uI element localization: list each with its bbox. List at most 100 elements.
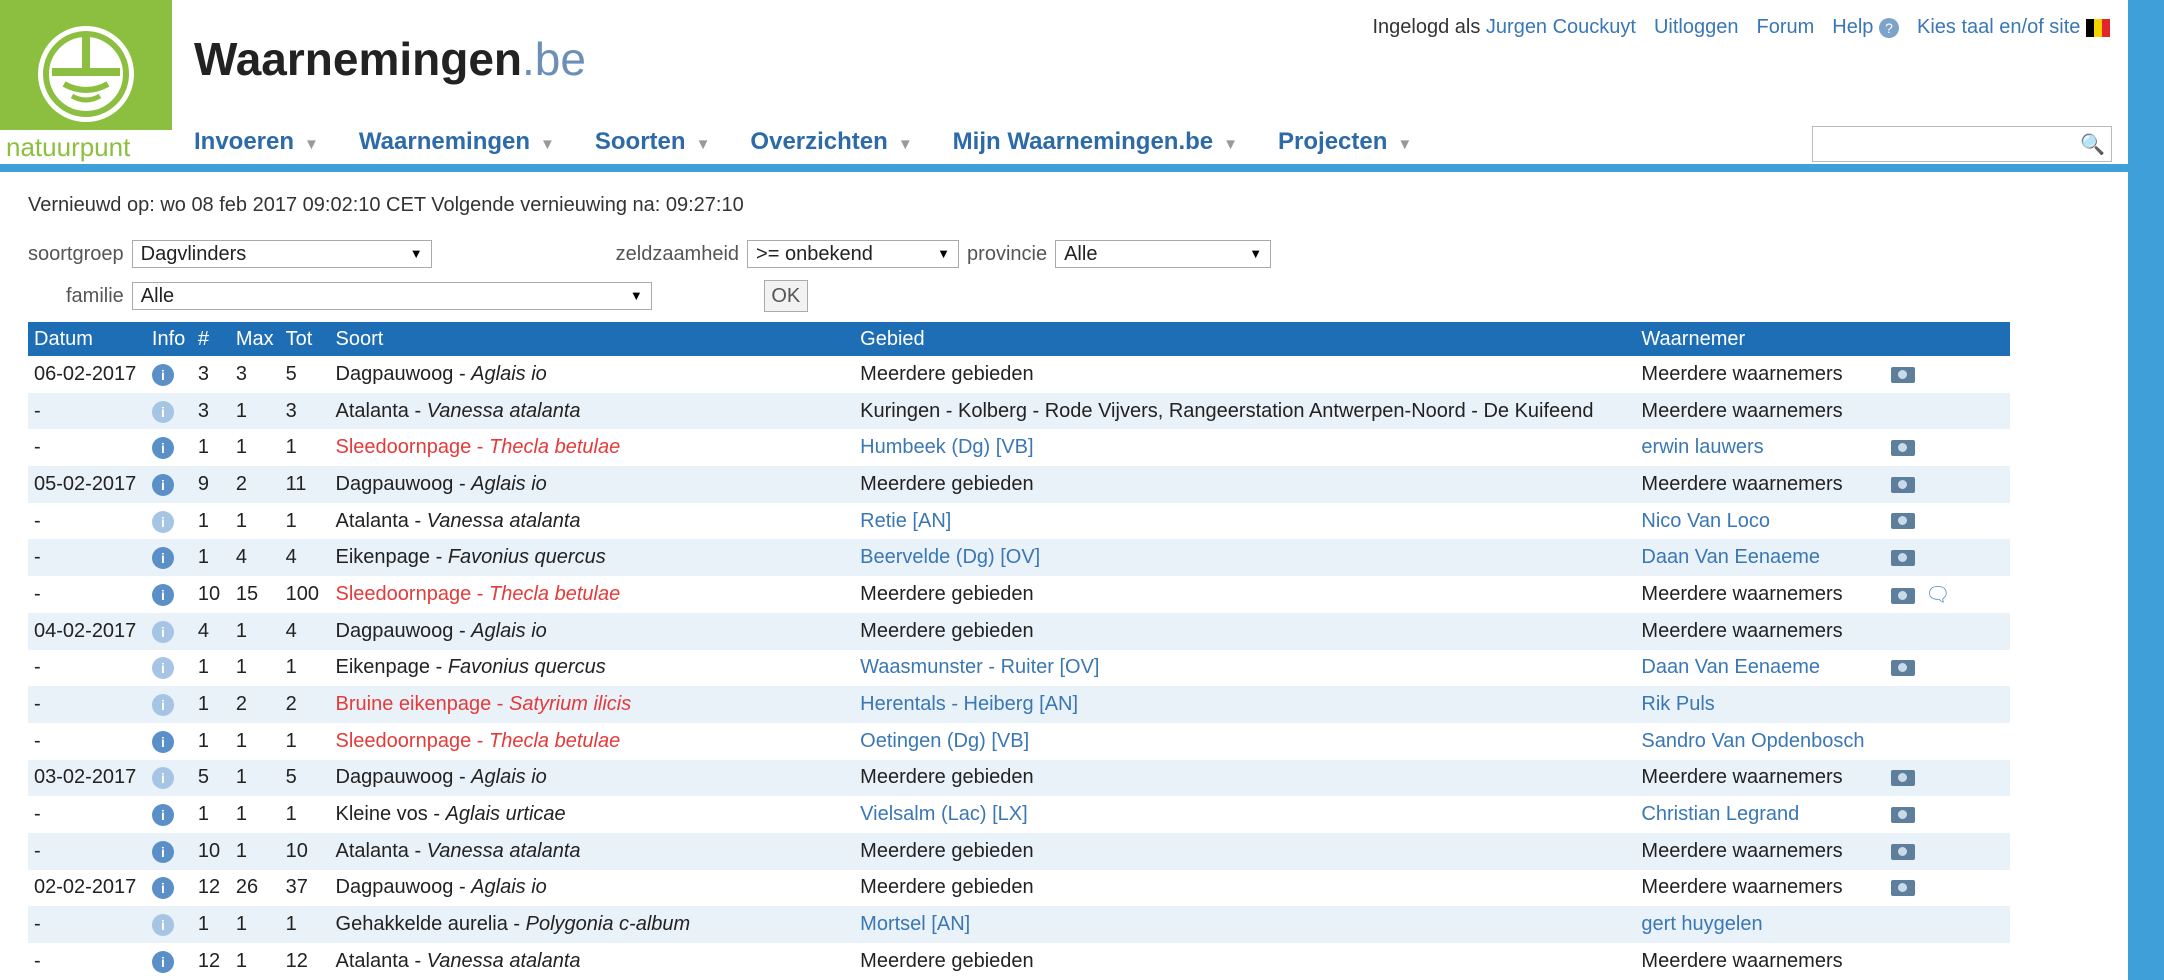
cell-info[interactable]: i	[145, 759, 192, 797]
cell-gebied[interactable]: Oetingen (Dg) [VB]	[854, 722, 1636, 760]
info-icon[interactable]: i	[151, 877, 174, 900]
cell-info[interactable]: i	[145, 392, 192, 430]
nav-overzichten[interactable]: Overzichten ▼	[750, 128, 912, 156]
zeldzaamheid-select[interactable]: >= onbekend ▼	[747, 240, 960, 268]
nav-mijn-waarnemingen[interactable]: Mijn Waarnemingen.be ▼	[953, 128, 1238, 156]
species-name[interactable]: Eikenpage	[336, 656, 431, 678]
info-icon[interactable]: i	[151, 730, 174, 753]
site-title[interactable]: Waarnemingen.be	[194, 32, 586, 86]
provincie-select[interactable]: Alle ▼	[1055, 240, 1272, 268]
info-icon[interactable]: i	[151, 840, 174, 863]
language-link[interactable]: Kies taal en/of site	[1917, 16, 2110, 39]
cell-waarnemer[interactable]: Rik Puls	[1635, 686, 1886, 723]
cell-soort[interactable]: Dagpauwoog - Aglais io	[329, 356, 855, 393]
natuurpunt-logo[interactable]: natuurpunt	[0, 0, 172, 164]
species-name[interactable]: Sleedoornpage	[336, 583, 472, 605]
camera-icon[interactable]	[1891, 550, 1916, 566]
info-icon[interactable]: i	[151, 694, 174, 717]
camera-icon[interactable]	[1891, 366, 1916, 383]
cell-soort[interactable]: Dagpauwoog - Aglais io	[329, 869, 855, 907]
species-name[interactable]: Dagpauwoog	[336, 473, 454, 495]
col-tot[interactable]: Tot	[279, 322, 330, 356]
col-datum[interactable]: Datum	[28, 322, 146, 356]
camera-icon[interactable]	[1891, 660, 1916, 677]
user-link[interactable]: Jurgen Couckuyt	[1486, 16, 1636, 38]
cell-info[interactable]: i	[145, 429, 192, 467]
cell-info[interactable]: i	[145, 612, 192, 650]
cell-gebied[interactable]: Retie [AN]	[854, 502, 1636, 540]
cell-soort[interactable]: Atalanta - Vanessa atalanta	[329, 502, 855, 540]
cell-gebied[interactable]: Herentals - Heiberg [AN]	[854, 686, 1636, 723]
col-gebied[interactable]: Gebied	[854, 322, 1636, 356]
info-icon[interactable]: i	[151, 400, 174, 423]
camera-icon[interactable]	[1891, 513, 1916, 530]
species-name[interactable]: Atalanta	[336, 950, 409, 972]
camera-icon[interactable]	[1891, 476, 1916, 493]
cell-soort[interactable]: Sleedoornpage - Thecla betulae	[329, 429, 855, 467]
cell-waarnemer[interactable]: gert huygelen	[1635, 906, 1886, 943]
species-name[interactable]: Sleedoornpage	[336, 436, 472, 458]
search-icon[interactable]: 🔍	[2080, 132, 2105, 157]
info-icon[interactable]: i	[151, 473, 174, 496]
cell-info[interactable]: i	[145, 869, 192, 907]
camera-icon[interactable]	[1891, 587, 1916, 604]
cell-soort[interactable]: Atalanta - Vanessa atalanta	[329, 832, 855, 870]
familie-select[interactable]: Alle ▼	[131, 282, 652, 310]
species-name[interactable]: Atalanta	[336, 400, 409, 422]
cell-info[interactable]: i	[145, 906, 192, 943]
camera-icon[interactable]	[1891, 806, 1916, 823]
col-max[interactable]: Max	[229, 322, 280, 356]
cell-info[interactable]: i	[145, 796, 192, 833]
species-name[interactable]: Dagpauwoog	[336, 620, 454, 642]
nav-projecten[interactable]: Projecten ▼	[1278, 128, 1412, 156]
species-name[interactable]: Dagpauwoog	[336, 876, 454, 898]
cell-waarnemer[interactable]: Sandro Van Opdenbosch	[1635, 722, 1886, 760]
species-name[interactable]: Gehakkelde aurelia	[336, 913, 508, 935]
cell-info[interactable]: i	[145, 466, 192, 503]
ok-button[interactable]: OK	[763, 280, 808, 312]
cell-info[interactable]: i	[145, 832, 192, 870]
species-name[interactable]: Bruine eikenpage	[336, 693, 492, 715]
cell-waarnemer[interactable]: erwin lauwers	[1635, 429, 1886, 467]
soortgroep-select[interactable]: Dagvlinders ▼	[131, 240, 432, 268]
cell-info[interactable]: i	[145, 356, 192, 393]
cell-soort[interactable]: Dagpauwoog - Aglais io	[329, 759, 855, 797]
species-name[interactable]: Eikenpage	[336, 546, 431, 568]
info-icon[interactable]: i	[151, 620, 174, 643]
col-soort[interactable]: Soort	[329, 322, 855, 356]
camera-icon[interactable]	[1891, 770, 1916, 787]
cell-soort[interactable]: Dagpauwoog - Aglais io	[329, 612, 855, 650]
cell-soort[interactable]: Kleine vos - Aglais urticae	[329, 796, 855, 833]
info-icon[interactable]: i	[151, 510, 174, 533]
info-icon[interactable]: i	[151, 583, 174, 606]
cell-soort[interactable]: Sleedoornpage - Thecla betulae	[329, 722, 855, 760]
info-icon[interactable]: i	[151, 547, 174, 570]
info-icon[interactable]: i	[151, 950, 174, 973]
info-icon[interactable]: i	[151, 804, 174, 827]
col-waarnemer[interactable]: Waarnemer	[1635, 322, 1886, 356]
cell-gebied[interactable]: Humbeek (Dg) [VB]	[854, 429, 1636, 467]
info-icon[interactable]: i	[151, 767, 174, 790]
info-icon[interactable]: i	[151, 437, 174, 460]
cell-soort[interactable]: Eikenpage - Favonius quercus	[329, 539, 855, 577]
cell-waarnemer[interactable]: Nico Van Loco	[1635, 502, 1886, 540]
cell-soort[interactable]: Bruine eikenpage - Satyrium ilicis	[329, 686, 855, 723]
comment-icon[interactable]: 🗨	[1925, 584, 1950, 606]
cell-soort[interactable]: Atalanta - Vanessa atalanta	[329, 943, 855, 980]
cell-info[interactable]: i	[145, 576, 192, 613]
cell-soort[interactable]: Sleedoornpage - Thecla betulae	[329, 576, 855, 613]
cell-gebied[interactable]: Waasmunster - Ruiter [OV]	[854, 649, 1636, 687]
forum-link[interactable]: Forum	[1757, 16, 1815, 39]
nav-invoeren[interactable]: Invoeren ▼	[194, 128, 319, 156]
camera-icon[interactable]	[1891, 439, 1916, 456]
info-icon[interactable]: i	[151, 914, 174, 937]
cell-gebied[interactable]: Vielsalm (Lac) [LX]	[854, 796, 1636, 833]
cell-waarnemer[interactable]: Christian Legrand	[1635, 796, 1886, 833]
nav-soorten[interactable]: Soorten ▼	[595, 128, 711, 156]
cell-info[interactable]: i	[145, 539, 192, 577]
species-name[interactable]: Atalanta	[336, 840, 409, 862]
species-name[interactable]: Sleedoornpage	[336, 730, 472, 752]
cell-soort[interactable]: Eikenpage - Favonius quercus	[329, 649, 855, 687]
col-count[interactable]: #	[191, 322, 230, 356]
cell-info[interactable]: i	[145, 686, 192, 723]
